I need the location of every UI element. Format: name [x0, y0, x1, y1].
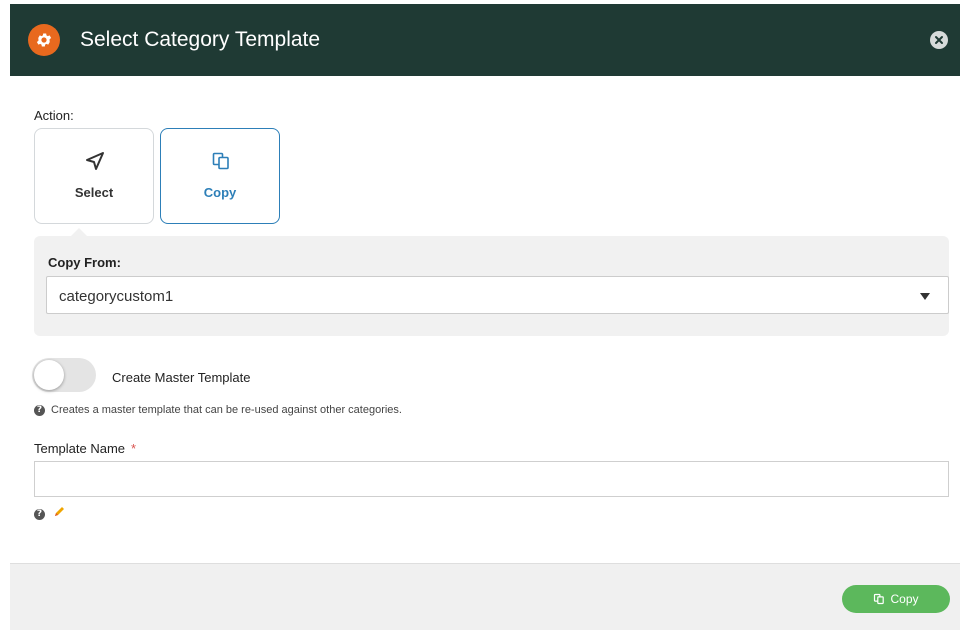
question-circle-icon: ?: [34, 404, 45, 416]
master-template-help-text: Creates a master template that can be re…: [51, 404, 402, 416]
action-label: Action:: [34, 108, 74, 123]
template-name-label-text: Template Name: [34, 441, 126, 456]
action-select-button[interactable]: Select: [34, 128, 154, 224]
copy-button-label: Copy: [890, 592, 919, 606]
action-copy-button[interactable]: Copy: [160, 128, 280, 224]
copy-icon: [211, 151, 231, 171]
copy-icon: [874, 593, 885, 605]
copy-button[interactable]: Copy: [842, 585, 950, 613]
copy-from-panel: Copy From: categorycustom1: [34, 236, 949, 336]
modal-header: Select Category Template: [10, 4, 960, 76]
template-name-input[interactable]: [34, 461, 949, 497]
copy-from-select[interactable]: categorycustom1: [46, 276, 949, 314]
master-template-help: ? Creates a master template that can be …: [34, 404, 402, 416]
question-circle-icon[interactable]: ?: [34, 508, 45, 520]
master-template-toggle[interactable]: [32, 358, 96, 392]
modal-footer: Copy: [10, 563, 960, 630]
close-icon[interactable]: [930, 31, 948, 49]
pencil-icon[interactable]: [53, 505, 65, 523]
modal-title: Select Category Template: [80, 28, 321, 51]
gear-icon: [28, 24, 60, 56]
navigation-arrow-icon: [85, 151, 105, 171]
template-name-label: Template Name *: [34, 441, 136, 456]
toggle-knob: [34, 360, 64, 390]
select-category-template-modal: Select Category Template Action: Select …: [10, 4, 960, 630]
action-select-label: Select: [74, 185, 114, 200]
required-marker: *: [131, 441, 137, 456]
master-template-label: Create Master Template: [112, 370, 251, 385]
template-name-tools: ?: [34, 505, 65, 523]
action-copy-label: Copy: [203, 185, 237, 200]
caret-down-icon: [920, 293, 930, 300]
copy-from-value: categorycustom1: [59, 288, 174, 305]
copy-from-label: Copy From:: [48, 255, 121, 270]
